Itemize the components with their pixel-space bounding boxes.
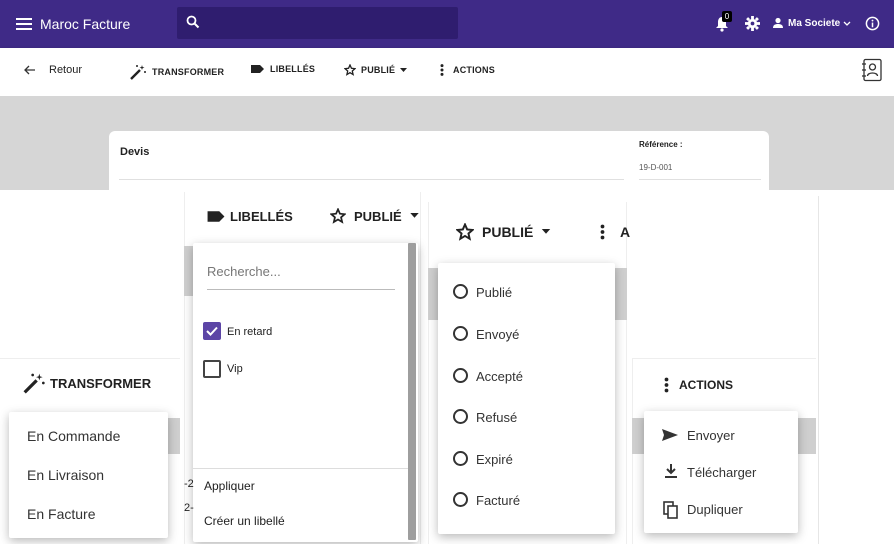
create-label-button[interactable]: Créer un libellé	[204, 514, 285, 528]
action-duplicate[interactable]: Dupliquer	[687, 502, 743, 517]
dropdown-arrow-icon	[542, 229, 551, 234]
transform-option[interactable]: En Livraison	[27, 467, 104, 483]
background-fragment: 2-	[184, 502, 194, 514]
contact-book-icon[interactable]	[861, 58, 883, 82]
scrollbar[interactable]	[408, 243, 416, 540]
document-toolbar: Retour TRANSFORMER LIBELLÉS PUBLIÉ ACTIO…	[0, 48, 894, 96]
labels-panel-header[interactable]: LIBELLÉS	[206, 209, 293, 224]
divider	[639, 179, 761, 180]
duplicate-icon	[663, 501, 678, 519]
option-label: Refusé	[476, 410, 518, 425]
background-strip	[168, 418, 180, 454]
back-button[interactable]: Retour	[24, 64, 82, 76]
dropdown-arrow-icon	[400, 67, 408, 72]
divider	[207, 289, 395, 290]
settings-gear-icon[interactable]	[745, 16, 760, 31]
option-label: Accepté	[476, 369, 523, 384]
notification-badge: 0	[722, 11, 732, 22]
background-strip	[798, 418, 816, 454]
divider	[818, 196, 819, 544]
checkbox-vip[interactable]	[203, 360, 221, 378]
divider	[119, 179, 624, 180]
download-icon	[665, 464, 677, 478]
user-account-icon[interactable]	[772, 17, 784, 29]
status-button[interactable]: PUBLIÉ	[344, 64, 408, 76]
labels-dropdown: Recherche... En retard Vip Appliquer Cré…	[193, 243, 418, 542]
top-app-bar: Maroc Facture 0 Ma Societe	[0, 0, 894, 48]
action-download[interactable]: Télécharger	[687, 465, 756, 480]
star-outline-icon	[330, 208, 346, 224]
status-panel-header-label: PUBLIÉ	[482, 224, 534, 240]
arrow-left-icon	[24, 65, 35, 75]
option-label: En retard	[227, 326, 273, 338]
reference-label: Référence :	[639, 140, 683, 149]
search-icon	[186, 15, 200, 29]
transform-panel-header[interactable]: TRANSFORMER	[22, 372, 151, 394]
magic-wand-icon	[23, 373, 45, 394]
option-label: Publié	[476, 285, 513, 300]
labels-panel-header-label: LIBELLÉS	[230, 209, 293, 224]
transform-option[interactable]: En Facture	[27, 506, 95, 522]
transform-option[interactable]: En Commande	[27, 428, 120, 444]
status-panel-header[interactable]: PUBLIÉ	[456, 223, 551, 241]
status-label: PUBLIÉ	[361, 65, 396, 75]
actions-dropdown: Envoyer Télécharger Dupliquer	[644, 411, 798, 533]
label-tag-icon	[251, 65, 264, 73]
labels-button[interactable]: LIBELLÉS	[250, 64, 315, 74]
hamburger-menu-icon[interactable]	[15, 15, 33, 33]
actions-button[interactable]: ACTIONS	[440, 64, 495, 76]
transform-dropdown: En Commande En Livraison En Facture	[9, 412, 168, 538]
actions-panel-header[interactable]: ACTIONS	[664, 377, 733, 393]
transform-panel-header-label: TRANSFORMER	[50, 375, 152, 391]
more-vertical-icon[interactable]	[600, 223, 605, 241]
document-card: Devis Référence : 19-D-001	[109, 131, 769, 190]
more-vertical-icon	[664, 377, 669, 393]
more-vertical-icon	[440, 64, 444, 76]
checkbox-en-retard[interactable]	[203, 322, 221, 340]
radio-expire[interactable]	[453, 451, 468, 466]
app-title[interactable]: Maroc Facture	[40, 16, 130, 32]
divider	[193, 468, 408, 469]
status-panel-header-small-label: PUBLIÉ	[354, 208, 402, 224]
labels-search-input[interactable]: Recherche...	[207, 264, 395, 279]
option-label: Facturé	[476, 493, 521, 508]
star-outline-icon	[344, 64, 356, 76]
apply-button[interactable]: Appliquer	[204, 479, 255, 493]
back-label: Retour	[49, 64, 83, 76]
chevron-down-icon[interactable]	[843, 21, 851, 27]
status-panel-header-small[interactable]: PUBLIÉ	[330, 208, 419, 224]
action-send[interactable]: Envoyer	[687, 428, 735, 443]
label-tag-icon	[207, 211, 225, 222]
radio-facture[interactable]	[453, 492, 468, 507]
dropdown-arrow-icon	[409, 213, 419, 218]
radio-publie[interactable]	[453, 284, 468, 299]
option-label: Envoyé	[476, 327, 520, 342]
radio-refuse[interactable]	[453, 409, 468, 424]
labels-label: LIBELLÉS	[270, 64, 316, 74]
reference-value: 19-D-001	[639, 163, 673, 172]
option-label: Vip	[227, 363, 243, 375]
option-label: Expiré	[476, 452, 513, 467]
star-outline-icon	[456, 223, 474, 241]
company-selector[interactable]: Ma Societe	[788, 18, 840, 29]
transform-label: TRANSFORMER	[152, 67, 225, 77]
background-strip	[632, 418, 644, 454]
send-icon	[662, 429, 678, 441]
status-dropdown: Publié Envoyé Accepté Refusé Expiré Fact…	[438, 263, 615, 534]
magic-wand-icon	[130, 65, 146, 80]
actions-label: ACTIONS	[453, 65, 495, 75]
radio-envoye[interactable]	[453, 326, 468, 341]
search-input[interactable]	[177, 7, 458, 39]
info-icon[interactable]	[865, 16, 880, 31]
background-fragment: -2	[184, 478, 194, 490]
radio-accepte[interactable]	[453, 368, 468, 383]
document-title: Devis	[120, 146, 150, 158]
transform-button[interactable]: TRANSFORMER	[129, 64, 224, 80]
check-icon	[206, 326, 218, 336]
actions-panel-header-label: ACTIONS	[679, 378, 733, 392]
actions-header-cut: A	[620, 224, 631, 240]
